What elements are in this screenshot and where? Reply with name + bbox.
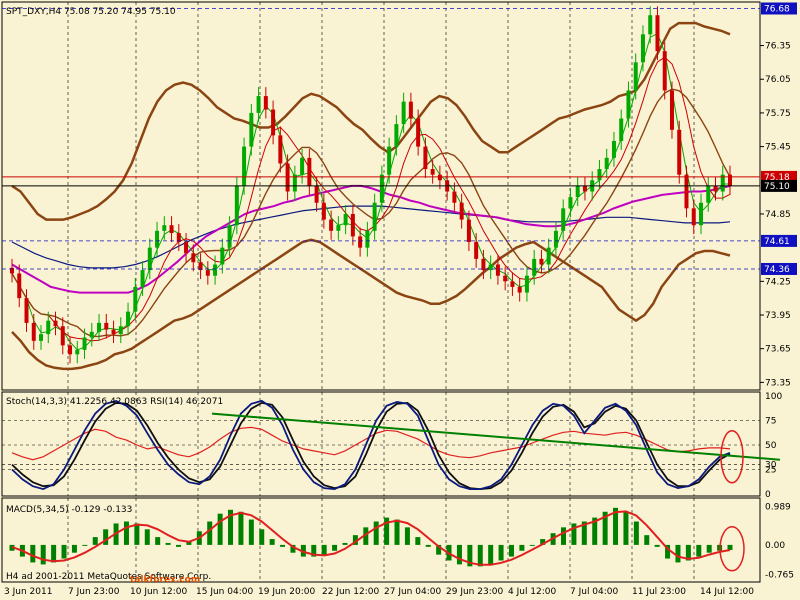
macd-bar bbox=[623, 511, 629, 545]
macd-bar bbox=[706, 544, 712, 553]
macd-bar bbox=[696, 544, 702, 557]
macd-bar bbox=[633, 521, 639, 545]
main-panel-title: SPT_DXY,H4 75.08 75.20 74.95 75.10 bbox=[6, 7, 176, 17]
macd-bar bbox=[425, 544, 431, 547]
time-label: 29 Jun 23:00 bbox=[446, 587, 503, 597]
time-label: 7 Jul 04:00 bbox=[570, 587, 619, 597]
macd-bar bbox=[103, 529, 109, 545]
stoch-panel-title: Stoch(14,3,3) 41.2256 42.0863 RSI(14) 46… bbox=[6, 397, 223, 407]
macd-bar bbox=[280, 544, 286, 547]
macd-bar bbox=[144, 529, 150, 545]
time-label: 22 Jun 12:00 bbox=[322, 587, 379, 597]
time-label: 3 Jun 2011 bbox=[4, 587, 52, 597]
macd-bar bbox=[675, 544, 681, 563]
macd-bar bbox=[82, 544, 88, 546]
macd-bar bbox=[477, 544, 483, 567]
macd-bar bbox=[40, 544, 46, 565]
price-badge: 75.10 bbox=[761, 179, 797, 192]
price-badge-value: 76.68 bbox=[764, 4, 790, 14]
macd-bar bbox=[217, 513, 223, 545]
price-badge: 76.68 bbox=[761, 2, 797, 15]
price-label: 75.45 bbox=[765, 143, 791, 153]
stoch-level-label: 50 bbox=[765, 441, 777, 451]
time-label: 15 Jun 04:00 bbox=[196, 587, 253, 597]
macd-bar bbox=[508, 544, 514, 557]
price-label: 76.35 bbox=[765, 42, 791, 52]
price-label: 73.95 bbox=[765, 311, 791, 321]
macd-bar bbox=[269, 539, 275, 545]
macd-bar bbox=[456, 544, 462, 565]
macd-bar bbox=[498, 544, 504, 561]
macd-bar bbox=[488, 544, 494, 565]
macd-bar bbox=[238, 511, 244, 545]
price-badge-value: 74.61 bbox=[764, 237, 790, 247]
macd-bar bbox=[259, 529, 265, 545]
time-label: 7 Jun 23:00 bbox=[68, 587, 120, 597]
macd-bar bbox=[654, 544, 660, 547]
macd-bar bbox=[727, 544, 733, 550]
macd-bar bbox=[373, 521, 379, 545]
macd-bar bbox=[342, 542, 348, 545]
stoch-level-label: 100 bbox=[765, 392, 782, 402]
macd-bar bbox=[134, 523, 140, 545]
macd-bar bbox=[394, 519, 400, 545]
macd-bar bbox=[175, 544, 181, 547]
time-label: 11 Jul 23:00 bbox=[632, 587, 686, 597]
time-label: 19 Jun 20:00 bbox=[258, 587, 315, 597]
stoch-level-label: 0 bbox=[765, 490, 771, 500]
macd-bar bbox=[332, 544, 338, 551]
macd-bar bbox=[155, 537, 161, 545]
macd-bar bbox=[51, 544, 57, 563]
macd-bar bbox=[30, 544, 36, 563]
macd-bar bbox=[165, 542, 171, 545]
time-label: 27 Jun 04:00 bbox=[384, 587, 441, 597]
watermark-site: talkforex.com bbox=[130, 575, 200, 585]
stoch-level-label: 75 bbox=[765, 417, 776, 427]
stoch-level-label: 25 bbox=[765, 466, 776, 476]
macd-bar bbox=[561, 527, 567, 545]
macd-bar bbox=[71, 544, 77, 553]
macd-bar bbox=[61, 544, 67, 559]
macd-bar bbox=[644, 535, 650, 545]
macd-bar bbox=[248, 519, 254, 545]
price-badge-value: 74.36 bbox=[764, 265, 790, 275]
price-badge: 74.36 bbox=[761, 262, 797, 275]
macd-level-label: 0.989 bbox=[765, 502, 791, 512]
price-label: 76.05 bbox=[765, 75, 791, 85]
chart: 76.6875.1875.1074.6174.3676.3576.0575.75… bbox=[0, 0, 800, 600]
macd-bar bbox=[207, 521, 213, 545]
price-badge: 74.61 bbox=[761, 234, 797, 247]
price-label: 73.35 bbox=[765, 378, 791, 388]
macd-bar bbox=[321, 544, 327, 555]
macd-bar bbox=[123, 521, 129, 545]
price-label: 73.65 bbox=[765, 345, 791, 355]
macd-panel-title: MACD(5,34,5) -0.129 -0.133 bbox=[6, 505, 132, 515]
time-label: 4 Jul 12:00 bbox=[508, 587, 557, 597]
macd-bar bbox=[529, 544, 535, 546]
macd-bar bbox=[92, 537, 98, 545]
macd-level-label: 0.00 bbox=[765, 541, 785, 551]
macd-bar bbox=[415, 537, 421, 545]
candle bbox=[677, 120, 682, 184]
price-label: 74.25 bbox=[765, 277, 791, 287]
macd-bar bbox=[519, 544, 525, 551]
macd-level-label: -0.765 bbox=[765, 571, 794, 581]
price-label: 74.85 bbox=[765, 210, 791, 220]
price-badge-value: 75.10 bbox=[764, 182, 790, 192]
macd-bar bbox=[404, 527, 410, 545]
time-label: 10 Jun 12:00 bbox=[130, 587, 187, 597]
time-axis: 3 Jun 2011 7 Jun 23:00 10 Jun 12:00 15 Jun … bbox=[4, 587, 754, 597]
price-label: 75.75 bbox=[765, 109, 791, 119]
time-label: 14 Jul 12:00 bbox=[700, 587, 754, 597]
